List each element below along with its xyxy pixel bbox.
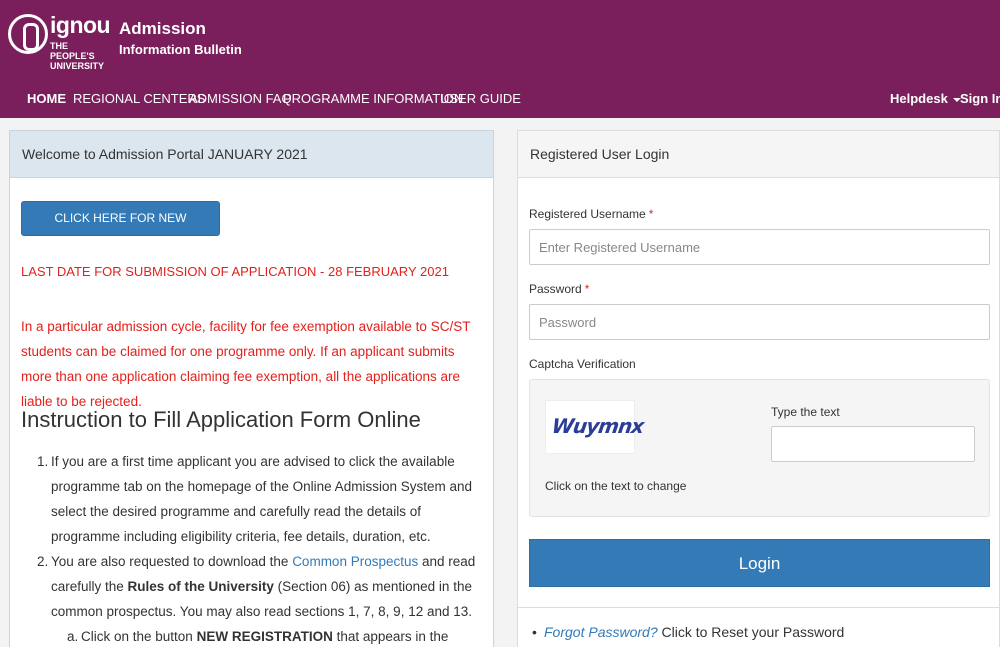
new-registration-ref: NEW REGISTRATION <box>196 629 333 644</box>
username-input[interactable] <box>529 229 990 265</box>
admission-info-panel: Welcome to Admission Portal JANUARY 2021… <box>9 130 494 647</box>
captcha-input-label: Type the text <box>771 405 840 419</box>
captcha-label: Captcha Verification <box>529 357 636 371</box>
subitem-letter: a. <box>67 629 79 644</box>
item-number: 2. <box>37 554 49 569</box>
common-prospectus-link[interactable]: Common Prospectus <box>292 554 418 569</box>
forgot-password-link[interactable]: Forgot Password? <box>544 624 658 640</box>
new-registration-button[interactable]: CLICK HERE FOR NEW REGISTRATION <box>21 201 220 258</box>
instructions-list: 1. If you are a first time applicant you… <box>21 449 486 647</box>
captcha-hint: Click on the text to change <box>545 479 687 493</box>
item-number: 1. <box>37 454 49 469</box>
site-title: Admission <box>119 19 206 38</box>
password-input[interactable] <box>529 304 990 340</box>
captcha-input[interactable] <box>771 426 975 462</box>
nav-home[interactable]: HOME <box>27 91 66 106</box>
forgot-password-panel: • Forgot Password? Click to Reset your P… <box>517 607 1000 647</box>
helpdesk-dropdown[interactable]: Helpdesk <box>890 91 961 106</box>
instruction-item: 2. You are also requested to download the… <box>21 549 486 624</box>
login-panel: Registered User Login Registered Usernam… <box>517 130 1000 608</box>
login-heading: Registered User Login <box>518 131 999 178</box>
captcha-box: Wuymnx Click on the text to change Type … <box>529 379 990 517</box>
login-button[interactable]: Login <box>529 539 990 587</box>
nav-admission-faq[interactable]: ADMISSION FAQ <box>189 91 292 106</box>
rules-of-university-text: Rules of the University <box>127 579 274 594</box>
instruction-item: 1. If you are a first time applicant you… <box>21 449 486 549</box>
nav-programme-information[interactable]: PROGRAMME INFORMATION <box>283 91 463 106</box>
username-label-text: Registered Username <box>529 207 646 221</box>
ignou-logo[interactable]: ignou THE PEOPLE'S UNIVERSITY <box>6 10 111 71</box>
logo-wordmark: ignou <box>50 12 111 38</box>
last-date-notice: LAST DATE FOR SUBMISSION OF APPLICATION … <box>21 264 449 279</box>
reset-password-text: Click to Reset your Password <box>657 624 845 640</box>
forgot-password-row: • Forgot Password? Click to Reset your P… <box>532 624 845 640</box>
username-label: Registered Username * <box>529 207 653 221</box>
password-label: Password * <box>529 282 589 296</box>
fee-exemption-notice: In a particular admission cycle, facilit… <box>21 319 471 409</box>
instruction-subitem: a. Click on the button NEW REGISTRATION t… <box>21 624 486 647</box>
nav-regional-centers[interactable]: REGIONAL CENTERS <box>73 91 205 106</box>
instruction-text: You are also requested to download the <box>51 554 293 569</box>
bullet: • <box>532 624 537 640</box>
logo-tagline-line2: UNIVERSITY <box>50 61 105 71</box>
required-mark: * <box>648 207 654 221</box>
main-nav: HOME REGIONAL CENTERS ADMISSION FAQ PROG… <box>0 88 1000 110</box>
captcha-text: Wuymnx <box>550 414 646 438</box>
helpdesk-label: Helpdesk <box>890 91 948 106</box>
captcha-image[interactable]: Wuymnx <box>545 400 645 454</box>
instruction-text: If you are a first time applicant you ar… <box>51 454 472 544</box>
instructions-title: Instruction to Fill Application Form Onl… <box>21 407 421 432</box>
logo-tagline-line1: THE PEOPLE'S <box>50 41 95 61</box>
nav-sign-in[interactable]: Sign In <box>960 91 1000 106</box>
ignou-emblem-icon <box>8 14 48 54</box>
panel-heading: Welcome to Admission Portal JANUARY 2021 <box>10 131 493 178</box>
password-label-text: Password <box>529 282 582 296</box>
site-subtitle: Information Bulletin <box>119 42 242 57</box>
top-header: ignou THE PEOPLE'S UNIVERSITY Admission … <box>0 0 1000 118</box>
instruction-text: Click on the button <box>81 629 197 644</box>
nav-user-guide[interactable]: USER GUIDE <box>440 91 521 106</box>
required-mark: * <box>584 282 590 296</box>
logo-tagline: THE PEOPLE'S UNIVERSITY <box>50 41 106 71</box>
